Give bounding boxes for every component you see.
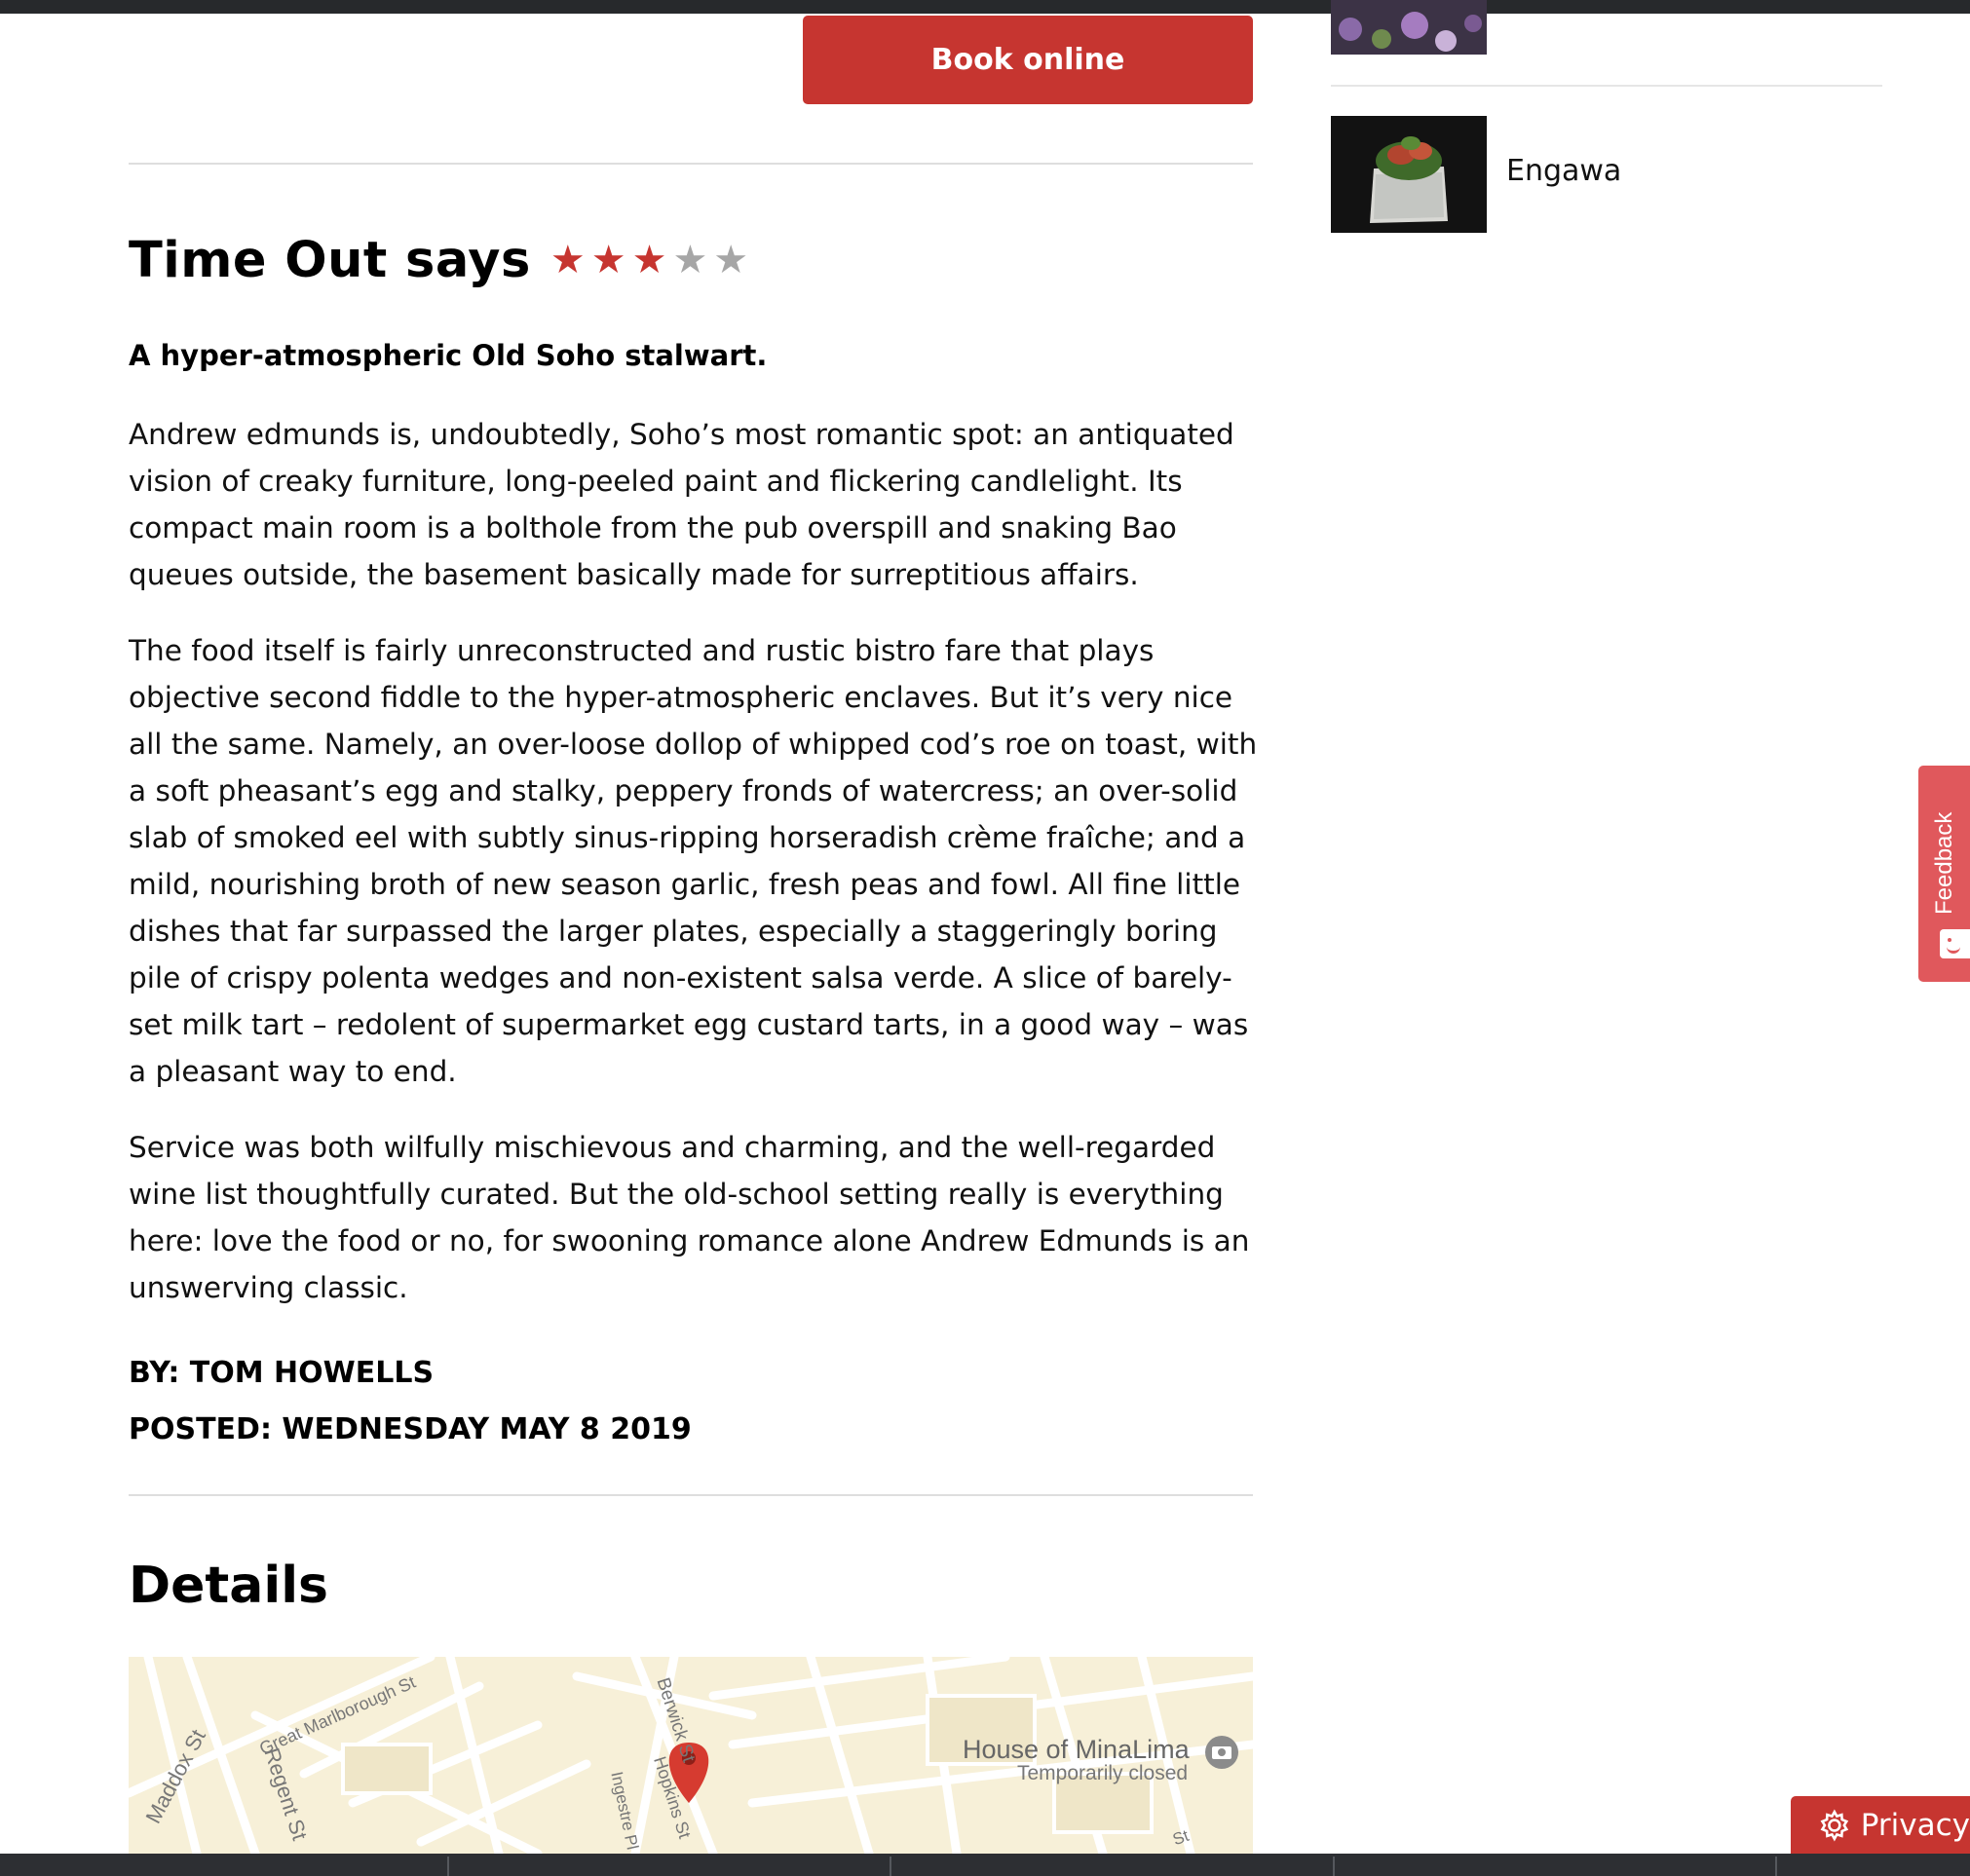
review-paragraph: Service was both wilfully mischievous an…	[129, 1131, 1250, 1304]
privacy-button[interactable]: Privacy	[1791, 1796, 1970, 1855]
sidebar-item-title[interactable]: Engawa	[1506, 154, 1621, 188]
gear-icon	[1820, 1809, 1849, 1842]
review-byline: BY: TOM HOWELLS	[129, 1356, 435, 1390]
sidebar-divider	[1331, 85, 1882, 87]
star-rating: ★ ★ ★ ★ ★	[550, 241, 748, 280]
star-empty-icon: ★	[713, 239, 749, 281]
review-paragraph: Andrew edmunds is, undoubtedly, Soho’s m…	[129, 418, 1234, 591]
feedback-label: Feedback	[1931, 811, 1957, 915]
bottom-bar-separator	[1775, 1857, 1777, 1876]
review-posted-date: POSTED: WEDNESDAY MAY 8 2019	[129, 1412, 692, 1446]
privacy-label: Privacy	[1860, 1808, 1970, 1843]
review-heading: Time Out says	[129, 231, 531, 289]
map-place-name: House of MinaLima	[963, 1735, 1190, 1764]
star-filled-icon: ★	[631, 239, 667, 281]
review-subhead: A hyper-atmospheric Old Soho stalwart.	[129, 339, 768, 372]
divider-bottom	[129, 1494, 1253, 1496]
smiley-icon	[1940, 929, 1970, 958]
star-filled-icon: ★	[549, 239, 586, 281]
sidebar-item-thumbnail[interactable]	[1331, 0, 1487, 55]
bottom-bar-separator	[447, 1857, 449, 1876]
bottom-bar-separator	[890, 1857, 891, 1876]
camera-icon	[1205, 1736, 1238, 1769]
book-online-button[interactable]: Book online	[803, 16, 1253, 104]
review-heading-row: Time Out says ★ ★ ★ ★ ★	[129, 226, 748, 294]
map-place-status: Temporarily closed	[1017, 1762, 1189, 1784]
browser-bottom-bar	[0, 1854, 1970, 1876]
divider-top	[129, 163, 1253, 165]
star-filled-icon: ★	[590, 239, 626, 281]
star-empty-icon: ★	[672, 239, 708, 281]
sidebar-item-thumbnail[interactable]	[1331, 116, 1487, 233]
review-paragraph: The food itself is fairly unreconstructe…	[129, 634, 1258, 1088]
details-heading: Details	[129, 1557, 328, 1615]
location-map[interactable]: Great Marlborough St Maddox St Regent St…	[129, 1657, 1253, 1854]
feedback-tab[interactable]: Feedback	[1918, 766, 1970, 982]
bottom-bar-separator	[1333, 1857, 1335, 1876]
browser-top-edge	[0, 0, 1970, 14]
